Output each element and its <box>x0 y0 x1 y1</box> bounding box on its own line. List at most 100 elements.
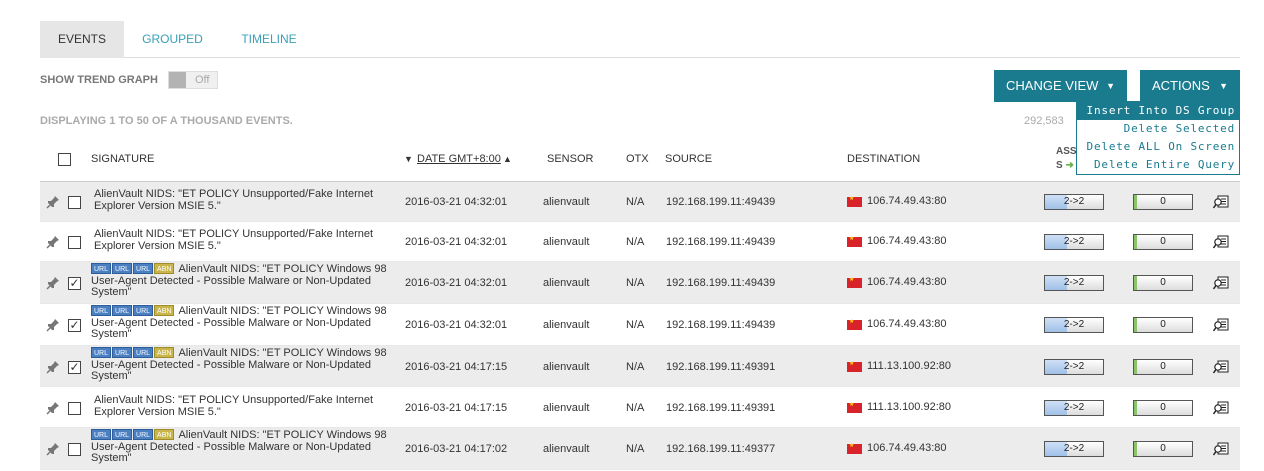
abn-badge[interactable]: ABN <box>154 429 175 440</box>
chevron-down-icon: ▼ <box>1106 81 1115 91</box>
event-detail-icon[interactable] <box>1212 276 1229 290</box>
url-badge[interactable]: URL <box>112 305 133 316</box>
row-checkbox[interactable] <box>68 236 81 249</box>
pin-icon[interactable] <box>46 276 60 290</box>
signature-cell[interactable]: URL URL URL ABN AlienVault NIDS: "ET POLICY … <box>91 429 391 465</box>
url-badge[interactable]: URL <box>91 263 112 274</box>
table-row[interactable]: ✓ URL URL URL ABN AlienVault NIDS: "ET POLICY… <box>40 304 1240 346</box>
header-signature[interactable]: SIGNATURE <box>91 153 154 165</box>
destination-cell[interactable]: 106.74.49.43:80 <box>867 276 947 288</box>
row-checkbox[interactable] <box>68 443 81 456</box>
otx-cell: N/A <box>626 319 645 331</box>
url-badge[interactable]: URL <box>91 347 112 358</box>
url-badge[interactable]: URL <box>91 429 112 440</box>
sort-desc-icon[interactable]: ▼ <box>404 154 413 164</box>
sort-asc-icon[interactable]: ▲ <box>503 154 512 164</box>
signature-cell[interactable]: URL URL URL ABN AlienVault NIDS: "ET POLICY … <box>91 305 391 341</box>
url-badge[interactable]: URL <box>112 263 133 274</box>
menu-item-delete-selected[interactable]: Delete Selected <box>1077 120 1239 138</box>
source-cell[interactable]: 192.168.199.11:49391 <box>666 361 775 373</box>
pin-icon[interactable] <box>46 195 60 209</box>
select-all-checkbox[interactable] <box>58 153 71 166</box>
url-badge[interactable]: URL <box>112 347 133 358</box>
event-detail-icon[interactable] <box>1212 442 1229 456</box>
source-cell[interactable]: 192.168.199.11:49439 <box>666 196 775 208</box>
event-detail-icon[interactable] <box>1212 195 1229 209</box>
destination-cell[interactable]: 106.74.49.43:80 <box>867 318 947 330</box>
event-detail-icon[interactable] <box>1212 235 1229 249</box>
abn-badge[interactable]: ABN <box>154 263 175 274</box>
row-checkbox[interactable] <box>68 196 81 209</box>
row-checkbox[interactable]: ✓ <box>68 361 81 374</box>
sensor-cell: alienvault <box>543 361 590 373</box>
pin-icon[interactable] <box>46 318 60 332</box>
event-detail-icon[interactable] <box>1212 318 1229 332</box>
tab-grouped[interactable]: GROUPED <box>124 21 221 58</box>
abn-badge[interactable]: ABN <box>154 305 175 316</box>
otx-cell: N/A <box>626 277 645 289</box>
header-destination[interactable]: DESTINATION <box>847 153 920 165</box>
url-badge[interactable]: URL <box>91 305 112 316</box>
asset-value: 2->2 <box>1063 277 1085 288</box>
url-badge[interactable]: URL <box>133 263 154 274</box>
change-view-button[interactable]: CHANGE VIEW ▼ <box>994 70 1127 102</box>
header-otx[interactable]: OTX <box>626 153 649 165</box>
event-detail-icon[interactable] <box>1212 401 1229 415</box>
menu-item-delete-all-on-screen[interactable]: Delete ALL On Screen <box>1077 138 1239 156</box>
destination-cell[interactable]: 111.13.100.92:80 <box>867 360 951 372</box>
otx-cell: N/A <box>626 443 645 455</box>
signature-cell[interactable]: AlienVault NIDS: "ET POLICY Unsupported/… <box>91 394 391 418</box>
pin-icon[interactable] <box>46 235 60 249</box>
source-cell[interactable]: 192.168.199.11:49439 <box>666 236 775 248</box>
table-row[interactable]: AlienVault NIDS: "ET POLICY Unsupported/… <box>40 222 1240 262</box>
row-checkbox[interactable]: ✓ <box>68 319 81 332</box>
url-badge[interactable]: URL <box>112 429 133 440</box>
destination-cell[interactable]: 106.74.49.43:80 <box>867 442 947 454</box>
url-badge[interactable]: URL <box>133 429 154 440</box>
source-cell[interactable]: 192.168.199.11:49439 <box>666 277 775 289</box>
url-badge[interactable]: URL <box>133 305 154 316</box>
table-row[interactable]: AlienVault NIDS: "ET POLICY Unsupported/… <box>40 182 1240 222</box>
date-cell: 2016-03-21 04:32:01 <box>405 196 508 208</box>
signature-cell[interactable]: AlienVault NIDS: "ET POLICY Unsupported/… <box>91 228 391 252</box>
china-flag-icon <box>847 195 862 207</box>
header-asset-line1: ASS <box>1056 146 1077 157</box>
signature-cell[interactable]: URL URL URL ABN AlienVault NIDS: "ET POLICY … <box>91 263 391 299</box>
actions-button[interactable]: ACTIONS ▼ <box>1140 70 1240 102</box>
menu-item-insert-ds-group[interactable]: Insert Into DS Group <box>1077 102 1239 120</box>
abn-badge[interactable]: ABN <box>154 347 175 358</box>
url-badge[interactable]: URL <box>133 347 154 358</box>
source-cell[interactable]: 192.168.199.11:49377 <box>666 443 775 455</box>
table-row[interactable]: URL URL URL ABN AlienVault NIDS: "ET POLICY … <box>40 428 1240 470</box>
risk-value: 0 <box>1160 196 1166 207</box>
table-row[interactable]: ✓ URL URL URL ABN AlienVault NIDS: "ET POLICY… <box>40 262 1240 304</box>
asset-value-meter: 2->2 <box>1044 400 1104 416</box>
header-date[interactable]: DATE GMT+8:00 <box>417 153 501 165</box>
tab-timeline[interactable]: TIMELINE <box>221 21 317 58</box>
table-row[interactable]: AlienVault NIDS: "ET POLICY Unsupported/… <box>40 387 1240 428</box>
source-cell[interactable]: 192.168.199.11:49391 <box>666 402 775 414</box>
tab-events[interactable]: EVENTS <box>40 21 124 58</box>
sensor-cell: alienvault <box>543 319 590 331</box>
source-cell[interactable]: 192.168.199.11:49439 <box>666 319 775 331</box>
header-source[interactable]: SOURCE <box>665 153 712 165</box>
header-asset[interactable]: ASS S ➜ <box>1056 145 1077 173</box>
table-row[interactable]: ✓ URL URL URL ABN AlienVault NIDS: "ET POLICY… <box>40 346 1240 387</box>
pin-icon[interactable] <box>46 360 60 374</box>
signature-cell[interactable]: URL URL URL ABN AlienVault NIDS: "ET POLICY … <box>91 347 391 383</box>
pin-icon[interactable] <box>46 401 60 415</box>
row-checkbox[interactable] <box>68 402 81 415</box>
signature-cell[interactable]: AlienVault NIDS: "ET POLICY Unsupported/… <box>91 188 391 212</box>
trend-graph-toggle[interactable]: Off <box>168 71 218 89</box>
asset-value-meter: 2->2 <box>1044 194 1104 210</box>
sensor-cell: alienvault <box>543 236 590 248</box>
asset-value-meter: 2->2 <box>1044 317 1104 333</box>
menu-item-delete-entire-query[interactable]: Delete Entire Query <box>1077 156 1239 174</box>
row-checkbox[interactable]: ✓ <box>68 277 81 290</box>
event-detail-icon[interactable] <box>1212 360 1229 374</box>
destination-cell[interactable]: 106.74.49.43:80 <box>867 235 947 247</box>
header-sensor[interactable]: SENSOR <box>547 153 593 165</box>
destination-cell[interactable]: 106.74.49.43:80 <box>867 195 947 207</box>
pin-icon[interactable] <box>46 442 60 456</box>
destination-cell[interactable]: 111.13.100.92:80 <box>867 401 951 413</box>
